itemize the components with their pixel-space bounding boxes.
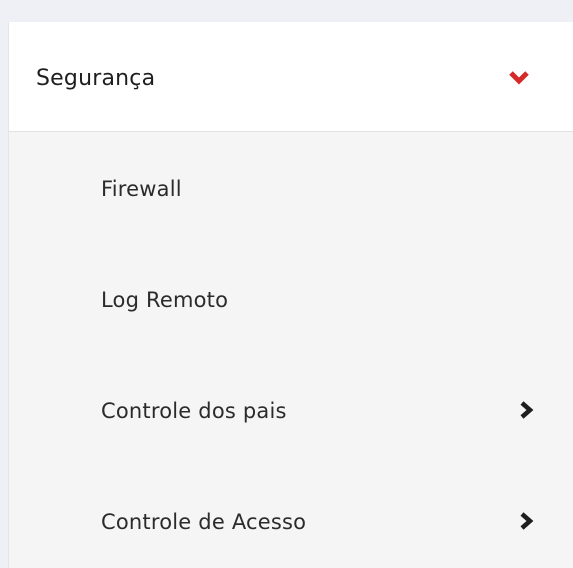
menu-item-log-remoto[interactable]: Log Remoto xyxy=(9,243,573,354)
page: Segurança Firewall Log Remoto Controle d… xyxy=(0,0,573,568)
section-title: Segurança xyxy=(36,66,156,91)
security-menu-panel: Segurança Firewall Log Remoto Controle d… xyxy=(8,22,573,568)
menu-item-label: Log Remoto xyxy=(101,288,229,312)
security-section-header[interactable]: Segurança xyxy=(9,22,573,132)
chevron-right-icon xyxy=(518,512,534,530)
menu-item-controle-dos-pais[interactable]: Controle dos pais xyxy=(9,354,573,465)
menu-item-label: Firewall xyxy=(101,177,182,201)
menu-item-label: Controle de Acesso xyxy=(101,510,307,534)
chevron-right-icon xyxy=(518,401,534,419)
chevron-down-icon xyxy=(508,66,530,88)
menu-item-firewall[interactable]: Firewall xyxy=(9,132,573,243)
menu-item-controle-de-acesso[interactable]: Controle de Acesso xyxy=(9,465,573,568)
menu-item-label: Controle dos pais xyxy=(101,399,287,423)
